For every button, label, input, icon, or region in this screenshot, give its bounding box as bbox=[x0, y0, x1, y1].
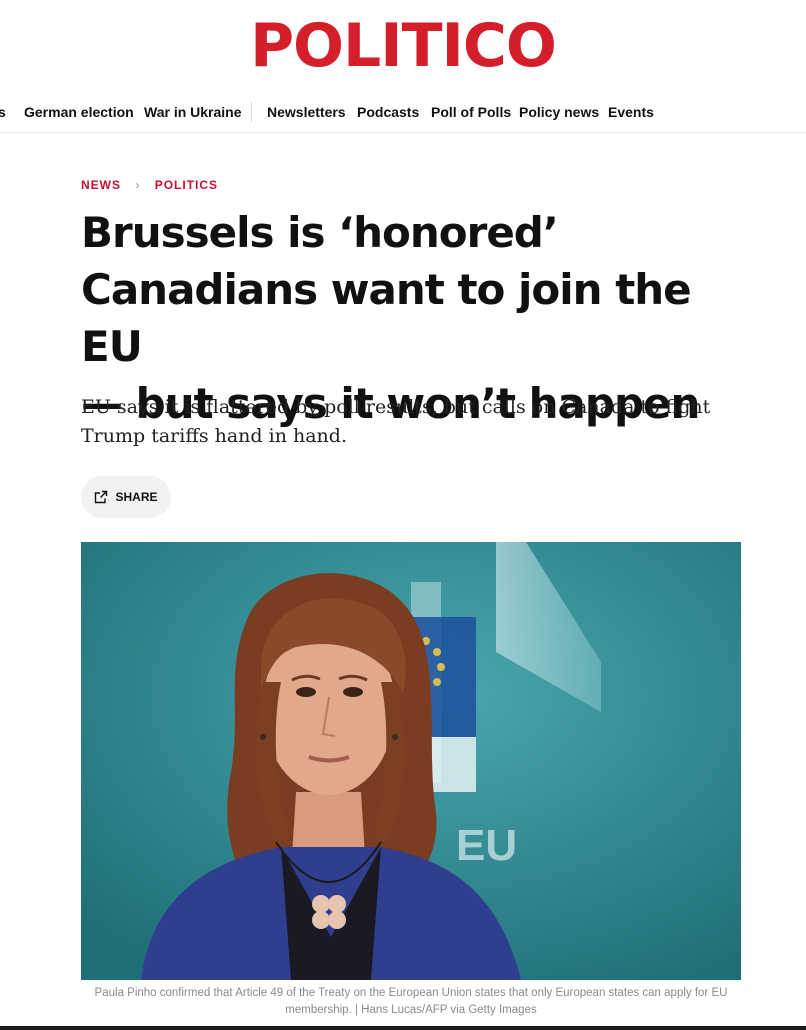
image-caption: Paula Pinho confirmed that Article 49 of… bbox=[94, 987, 728, 1016]
breadcrumb-politics[interactable]: POLITICS bbox=[155, 178, 218, 192]
page-bottom-rule bbox=[0, 1026, 806, 1030]
nav-item-german-election[interactable]: German election bbox=[24, 104, 134, 120]
article-dek: EU says it is flattered by poll results,… bbox=[81, 396, 711, 447]
headline-line-2: Canadians want to join the EU bbox=[81, 265, 692, 371]
nav-item-policy-news[interactable]: Policy news bbox=[519, 104, 599, 120]
nav-item-war-in-ukraine[interactable]: War in Ukraine bbox=[144, 104, 242, 120]
nav-item-poll-of-polls[interactable]: Poll of Polls bbox=[431, 104, 511, 120]
nav-item-truncated[interactable]: s bbox=[0, 104, 6, 120]
chevron-right-icon: › bbox=[135, 178, 141, 192]
share-external-icon bbox=[95, 490, 108, 504]
top-navigation: s German election War in Ukraine Newslet… bbox=[0, 96, 806, 133]
nav-item-podcasts[interactable]: Podcasts bbox=[357, 104, 419, 120]
nav-divider bbox=[251, 102, 252, 122]
portrait-illustration: EU bbox=[81, 542, 741, 980]
share-label: SHARE bbox=[115, 490, 158, 504]
share-button[interactable]: SHARE bbox=[81, 476, 171, 518]
politico-logo[interactable]: POLITICO bbox=[0, 14, 806, 78]
backdrop-eu-text: EU bbox=[456, 821, 517, 870]
breadcrumb: NEWS › POLITICS bbox=[81, 178, 218, 192]
headline-line-1: Brussels is ‘honored’ bbox=[81, 208, 559, 257]
breadcrumb-news[interactable]: NEWS bbox=[81, 178, 121, 192]
nav-item-newsletters[interactable]: Newsletters bbox=[267, 104, 346, 120]
nav-item-events[interactable]: Events bbox=[608, 104, 654, 120]
article-lead-image[interactable]: EU bbox=[81, 542, 741, 980]
